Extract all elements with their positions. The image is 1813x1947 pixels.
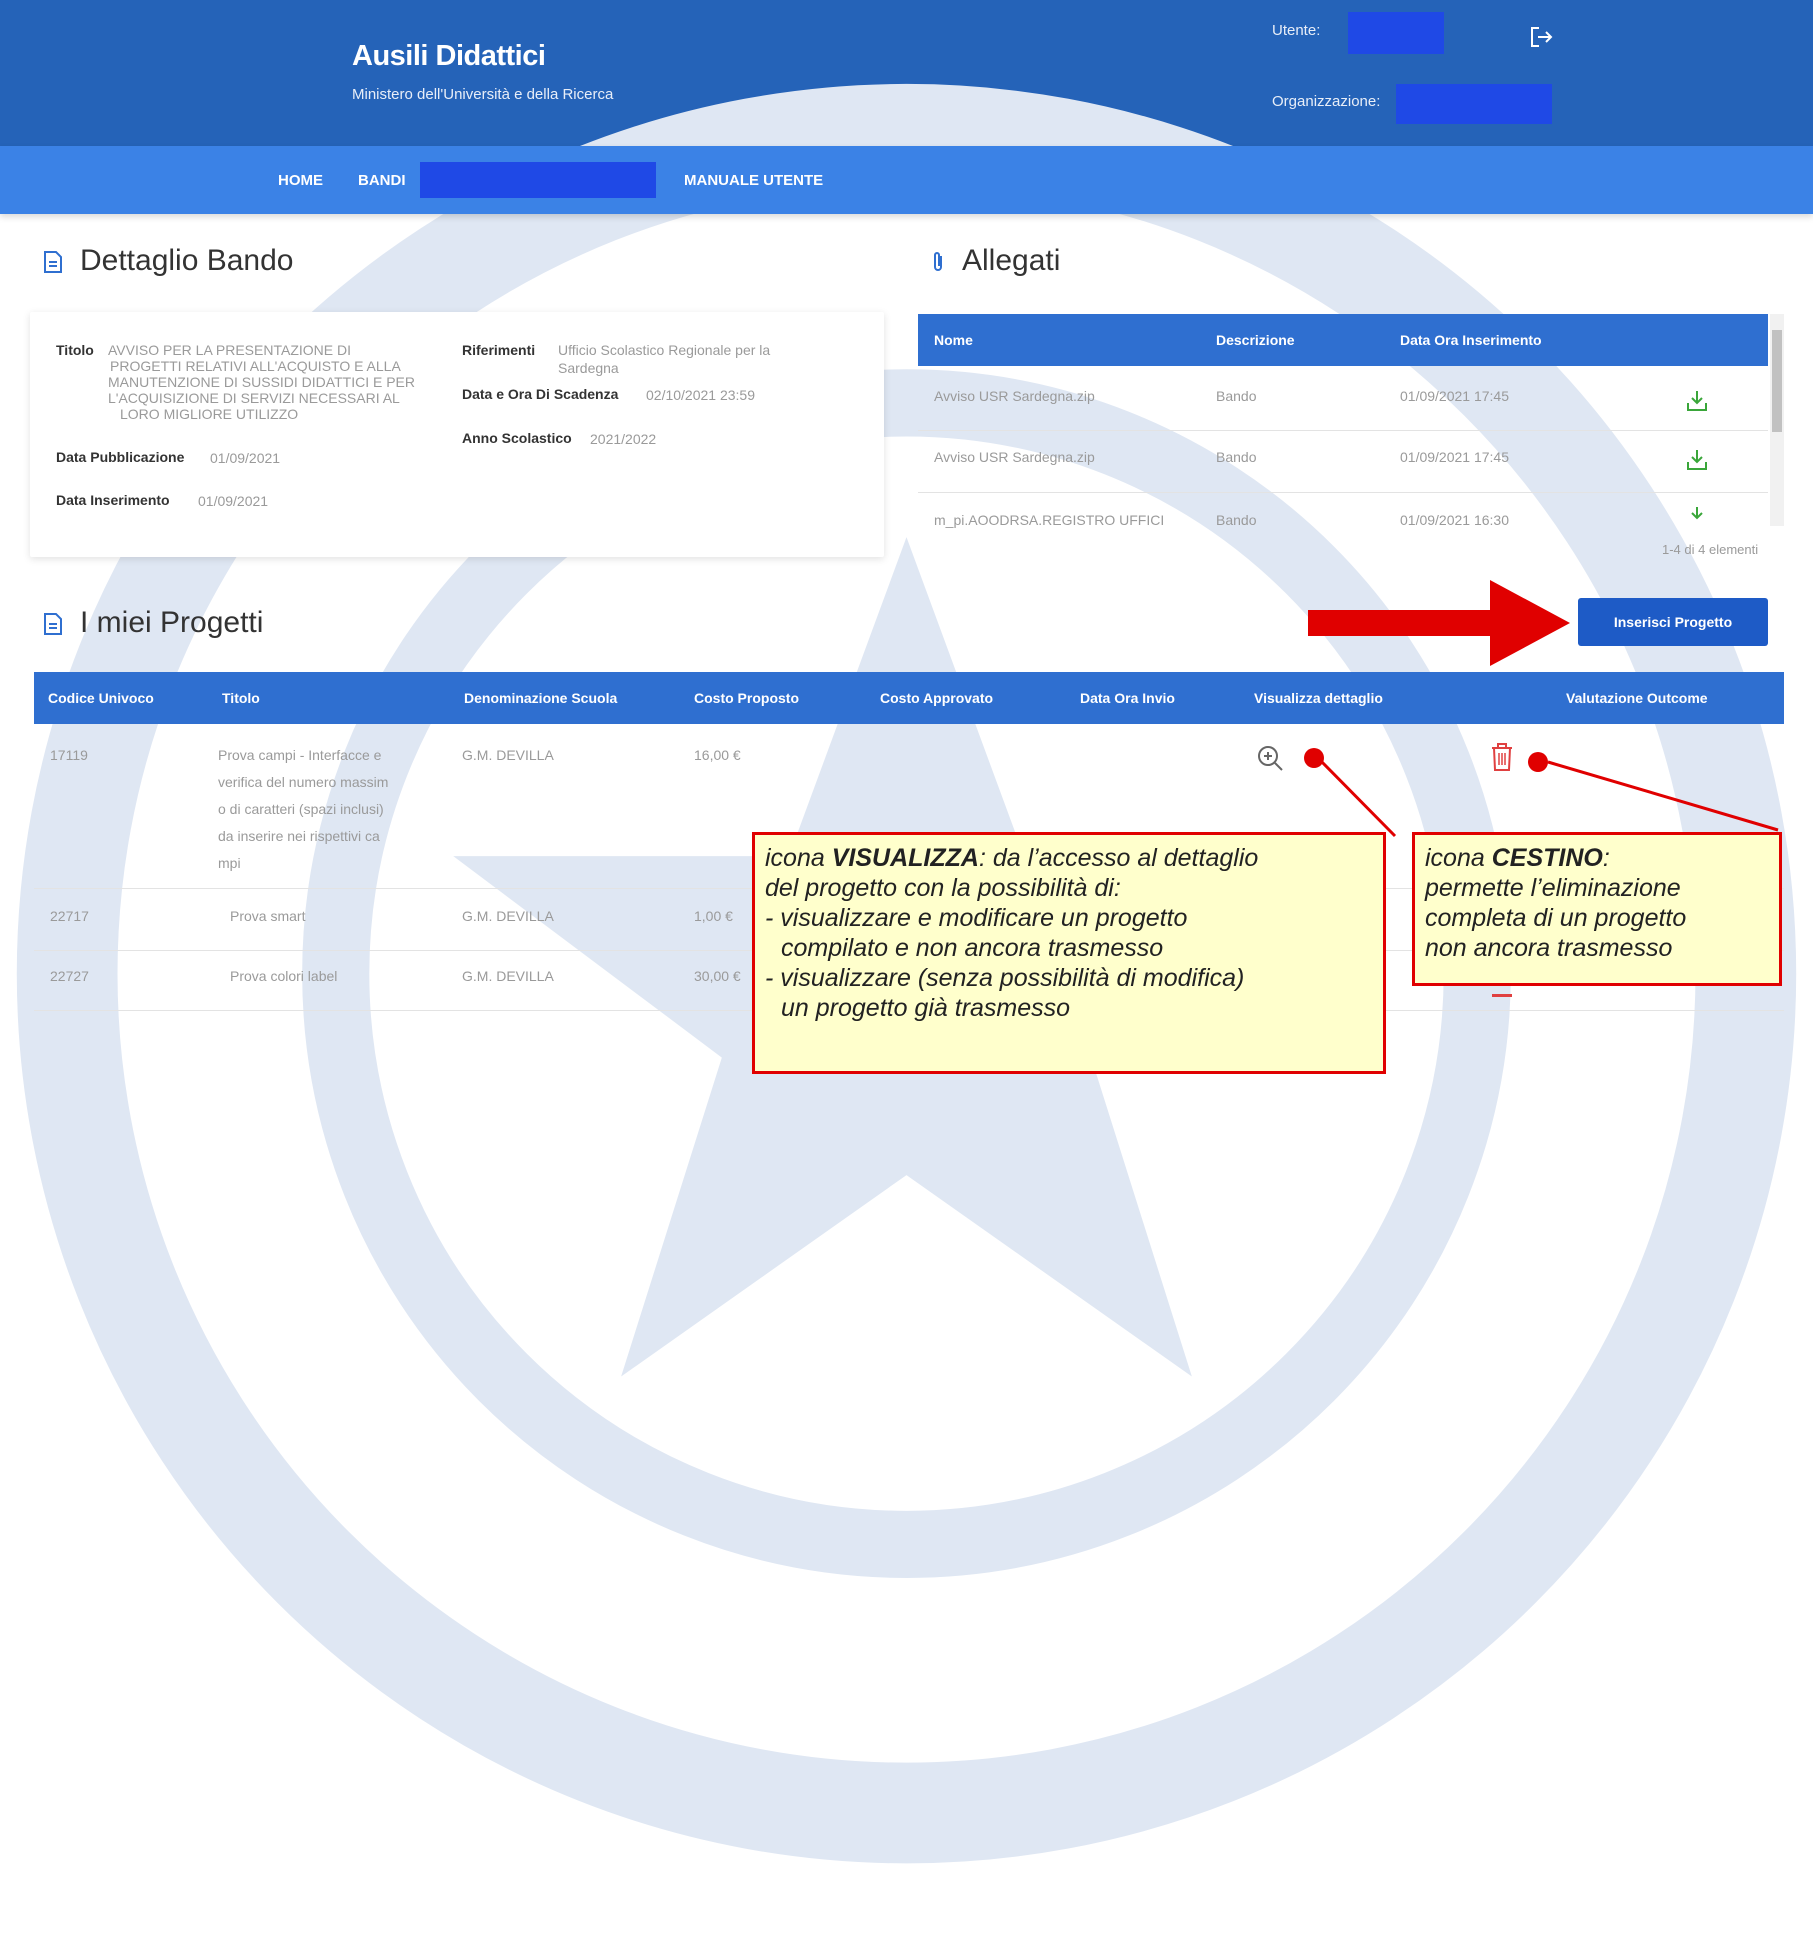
annotation-dot: [1304, 748, 1324, 768]
callout-text: completa di un progetto: [1425, 904, 1687, 932]
callout-prefix: icona: [1425, 844, 1492, 872]
callout-prefix: icona: [765, 844, 832, 872]
callout-text: del progetto con la possibilità di:: [765, 874, 1121, 902]
callout-text: compilato e non ancora trasmesso: [781, 934, 1164, 962]
annotation-dot: [1528, 752, 1548, 772]
callout-text: - visualizzare (senza possibilità di mod…: [765, 964, 1245, 992]
callout-text: :: [1602, 844, 1610, 872]
callout-keyword: VISUALIZZA: [831, 844, 979, 872]
callout-cestino: icona CESTINO: permette l’eliminazione c…: [1412, 832, 1782, 986]
callout-text: non ancora trasmesso: [1425, 934, 1673, 962]
callout-text: un progetto già trasmesso: [781, 994, 1071, 1022]
callout-text: - visualizzare e modificare un progetto: [765, 904, 1188, 932]
callout-text: permette l’eliminazione: [1425, 874, 1681, 902]
callout-visualizza: icona VISUALIZZA: da l’accesso al dettag…: [752, 832, 1386, 1074]
callout-text: : da l’accesso al dettaglio: [978, 844, 1259, 872]
callout-keyword: CESTINO: [1491, 844, 1603, 872]
